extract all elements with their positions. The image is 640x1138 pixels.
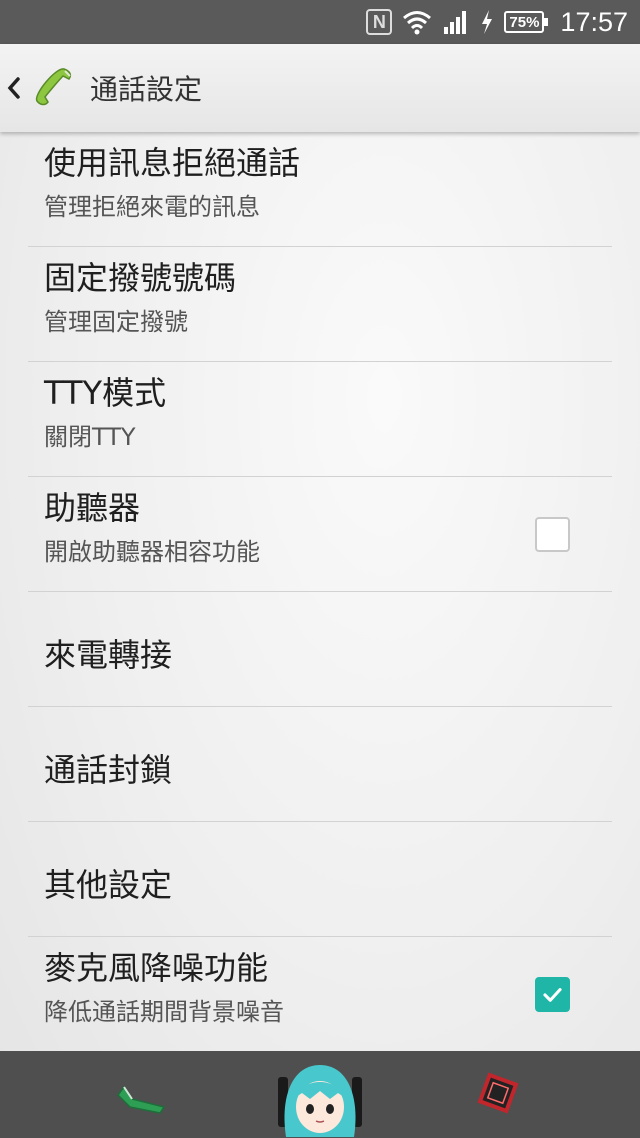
setting-title: 來電轉接	[44, 636, 173, 674]
setting-call-forwarding[interactable]: 來電轉接	[28, 592, 612, 707]
settings-list: 使用訊息拒絕通話 管理拒絕來電的訊息 固定撥號號碼 管理固定撥號 TTY模式 關…	[0, 132, 640, 1052]
wifi-icon	[402, 9, 432, 35]
nfc-icon: N	[366, 9, 393, 35]
action-bar: 通話設定	[0, 44, 640, 132]
setting-summary: 開啟助聽器相容功能	[44, 538, 260, 566]
setting-call-barring[interactable]: 通話封鎖	[28, 707, 612, 822]
back-icon[interactable]	[110, 1069, 170, 1119]
setting-title: TTY模式	[44, 374, 167, 412]
noise-reduction-checkbox[interactable]	[535, 977, 570, 1012]
setting-fixed-dialing[interactable]: 固定撥號號碼 管理固定撥號	[28, 247, 612, 362]
setting-other[interactable]: 其他設定	[28, 822, 612, 937]
setting-title: 麥克風降噪功能	[44, 949, 269, 987]
setting-title: 其他設定	[44, 866, 173, 904]
setting-summary: 管理拒絕來電的訊息	[44, 193, 260, 221]
signal-icon	[442, 9, 470, 35]
page-title: 通話設定	[90, 73, 203, 106]
status-bar: N 75% 17:57	[0, 0, 640, 44]
home-icon[interactable]	[272, 1057, 368, 1138]
setting-title: 使用訊息拒絕通話	[44, 144, 301, 182]
setting-reject-with-message[interactable]: 使用訊息拒絕通話 管理拒絕來電的訊息	[28, 132, 612, 247]
setting-hearing-aid[interactable]: 助聽器 開啟助聽器相容功能	[28, 477, 612, 592]
setting-title: 助聽器	[44, 489, 141, 527]
setting-title: 通話封鎖	[44, 751, 173, 789]
setting-summary: 管理固定撥號	[44, 308, 188, 336]
setting-summary: 關閉TTY	[44, 423, 136, 451]
setting-summary: 降低通話期間背景噪音	[44, 998, 284, 1026]
navigation-bar	[0, 1051, 640, 1138]
back-icon[interactable]	[4, 68, 24, 108]
phone-handset-icon[interactable]	[26, 63, 76, 113]
setting-tty-mode[interactable]: TTY模式 關閉TTY	[28, 362, 612, 477]
checkmark-icon	[543, 988, 562, 1002]
hearing-aid-checkbox[interactable]	[535, 517, 570, 552]
battery-icon: 75%	[504, 11, 549, 33]
status-clock: 17:57	[560, 6, 628, 37]
setting-title: 固定撥號號碼	[44, 259, 237, 297]
setting-mic-noise-reduction[interactable]: 麥克風降噪功能 降低通話期間背景噪音	[28, 937, 612, 1052]
charging-icon	[480, 9, 494, 35]
recent-apps-icon[interactable]	[470, 1069, 526, 1119]
